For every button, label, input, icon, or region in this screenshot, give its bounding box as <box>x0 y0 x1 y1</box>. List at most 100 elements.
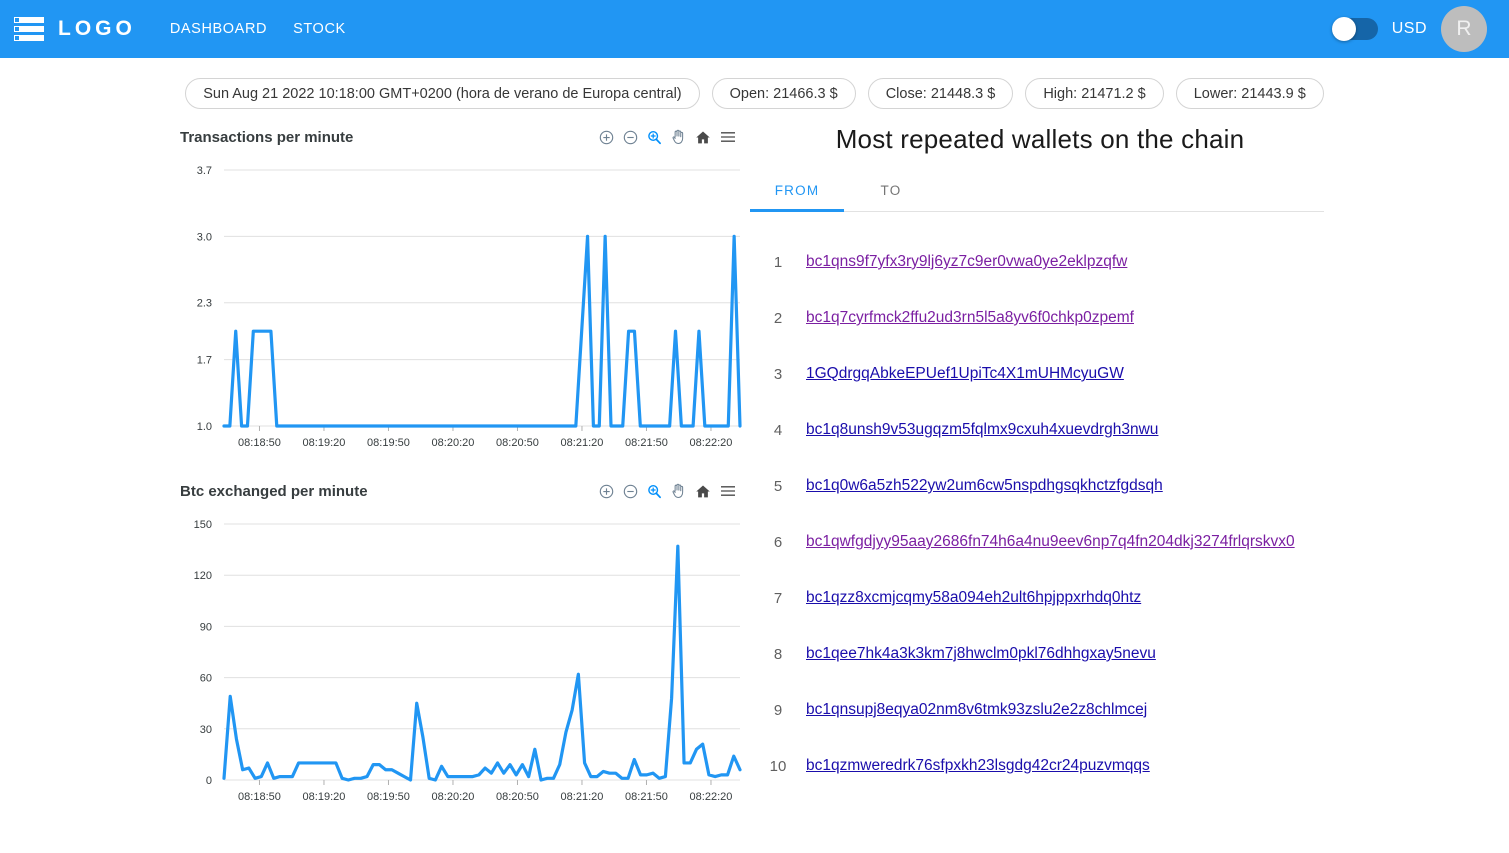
wallet-row: 5 bc1q0w6a5zh522yw2um6cw5nspdhgsqkhctzfgd… <box>750 458 1330 514</box>
x-axis-tick-label: 08:19:50 <box>367 437 410 449</box>
wallet-row: 4 bc1q8unsh9v53ugqzm5fqlmx9cxuh4xuevdrgh3… <box>750 402 1330 458</box>
chip-lower: Lower: 21443.9 $ <box>1175 78 1324 109</box>
zoom-out-icon[interactable] <box>623 484 638 499</box>
pan-hand-icon[interactable] <box>671 483 686 499</box>
brand-logo[interactable]: LOGO <box>58 17 136 41</box>
wallet-index: 2 <box>773 309 783 327</box>
x-axis-tick-label: 08:20:50 <box>496 437 539 449</box>
y-axis-tick-label: 90 <box>200 621 212 633</box>
menu-bar <box>14 26 44 32</box>
chart-title-transactions: Transactions per minute <box>180 128 354 146</box>
wallet-address-link[interactable]: bc1qzmweredrk76sfpxkh23lsgdg42cr24puzvmq… <box>806 757 1150 775</box>
wallet-index: 9 <box>773 701 783 719</box>
chart-title-btc: Btc exchanged per minute <box>180 482 368 500</box>
y-axis-tick-label: 3.7 <box>197 165 212 177</box>
x-axis-tick-label: 08:18:50 <box>238 791 281 803</box>
x-axis-tick-label: 08:21:20 <box>561 437 604 449</box>
chart-toolbar-btc <box>599 483 736 499</box>
chart-transactions-per-minute[interactable]: 3.7 3.0 2.3 1.7 1.0 08:18:50 08:19:20 08:19:50 0… <box>168 154 748 474</box>
chip-open: Open: 21466.3 $ <box>711 78 856 109</box>
wallet-row: 1 bc1qns9f7yfx3ry9lj6yz7c9er0vwa0ye2eklpz… <box>750 234 1330 290</box>
wallet-index: 1 <box>773 253 783 271</box>
x-axis-tick-label: 08:21:50 <box>625 791 668 803</box>
x-axis-tick-label: 08:22:20 <box>690 791 733 803</box>
x-axis-tick-label: 08:21:20 <box>561 791 604 803</box>
chart-header-transactions: Transactions per minute <box>168 120 748 154</box>
x-axis-tick-label: 08:20:50 <box>496 791 539 803</box>
wallets-panel: Most repeated wallets on the chain FROM … <box>750 120 1330 794</box>
x-axis-tick-label: 08:22:20 <box>690 437 733 449</box>
y-axis-tick-label: 60 <box>200 673 212 685</box>
selection-zoom-icon[interactable] <box>647 130 662 145</box>
wallet-list: 1 bc1qns9f7yfx3ry9lj6yz7c9er0vwa0ye2eklpz… <box>750 234 1330 794</box>
charts-column: Transactions per minute 3.7 3.0 2.3 1.7 … <box>168 120 748 828</box>
hamburger-menu-icon[interactable] <box>720 484 736 498</box>
y-axis-tick-label: 30 <box>200 724 212 736</box>
wallet-address-link[interactable]: 1GQdrgqAbkeEPUef1UpiTc4X1mUHMcyuGW <box>806 365 1124 383</box>
currency-toggle[interactable] <box>1331 17 1378 41</box>
pan-hand-icon[interactable] <box>671 129 686 145</box>
wallet-address-link[interactable]: bc1qzz8xcmjcqmy58a094eh2ult6hpjppxrhdq0h… <box>806 589 1141 607</box>
wallet-index: 3 <box>773 365 783 383</box>
wallet-row: 6 bc1qwfgdjyy95aay2686fn74h6a4nu9eev6np7q… <box>750 514 1330 570</box>
y-axis-tick-label: 120 <box>194 570 212 582</box>
wallet-address-link[interactable]: bc1qns9f7yfx3ry9lj6yz7c9er0vwa0ye2eklpzq… <box>806 253 1127 271</box>
nav-link-dashboard[interactable]: DASHBOARD <box>170 21 267 37</box>
avatar[interactable]: R <box>1441 6 1487 52</box>
wallet-index: 5 <box>773 477 783 495</box>
currency-label: USD <box>1391 20 1427 37</box>
menu-bar <box>14 35 44 41</box>
header-right-group: USD R <box>1331 6 1495 52</box>
x-axis-tick-label: 08:20:20 <box>432 791 475 803</box>
x-axis-tick-label: 08:18:50 <box>238 437 281 449</box>
y-axis-tick-label: 0 <box>206 775 212 787</box>
y-axis-tick-label: 150 <box>194 519 212 531</box>
wallet-index: 10 <box>769 757 787 775</box>
wallet-address-link[interactable]: bc1qnsupj8eqya02nm8v6tmk93zslu2e2z8chlmc… <box>806 701 1147 719</box>
wallet-address-link[interactable]: bc1q7cyrfmck2ffu2ud3rn5l5a8yv6f0chkp0zpe… <box>806 309 1134 327</box>
y-axis-tick-label: 2.3 <box>197 298 212 310</box>
wallet-row: 8 bc1qee7hk4a3k3km7j8hwclm0pkl76dhhgxay5n… <box>750 626 1330 682</box>
stats-chip-bar: Sun Aug 21 2022 10:18:00 GMT+0200 (hora … <box>0 78 1509 109</box>
x-axis-tick-label: 08:19:50 <box>367 791 410 803</box>
hamburger-menu-icon[interactable] <box>720 130 736 144</box>
wallet-address-link[interactable]: bc1q0w6a5zh522yw2um6cw5nspdhgsqkhctzfgds… <box>806 477 1163 495</box>
x-axis-tick-label: 08:19:20 <box>303 791 346 803</box>
toggle-knob <box>1331 17 1356 41</box>
chart-btc-svg[interactable]: 150 120 90 60 30 0 08:18:50 08:19:20 08:19:50 08:… <box>168 508 748 828</box>
tab-from[interactable]: FROM <box>750 171 844 212</box>
y-axis-tick-label: 1.0 <box>197 421 212 433</box>
y-axis-tick-label: 3.0 <box>197 231 212 243</box>
selection-zoom-icon[interactable] <box>647 484 662 499</box>
chip-close: Close: 21448.3 $ <box>867 78 1014 109</box>
wallet-row: 9 bc1qnsupj8eqya02nm8v6tmk93zslu2e2z8chlm… <box>750 682 1330 738</box>
nav-link-stock[interactable]: STOCK <box>293 21 346 37</box>
chart-btc-exchanged-per-minute[interactable]: 150 120 90 60 30 0 08:18:50 08:19:20 08:19:50 08:… <box>168 508 748 828</box>
zoom-out-icon[interactable] <box>623 130 638 145</box>
list-menu-icon[interactable] <box>14 17 44 41</box>
menu-bar <box>14 17 44 23</box>
tab-to[interactable]: TO <box>844 171 938 211</box>
data-series-line <box>222 544 742 782</box>
wallet-address-link[interactable]: bc1qwfgdjyy95aay2686fn74h6a4nu9eev6np7q4… <box>806 533 1295 551</box>
data-series-line <box>222 234 742 428</box>
wallet-row: 2 bc1q7cyrfmck2ffu2ud3rn5l5a8yv6f0chkp0zp… <box>750 290 1330 346</box>
chip-timestamp: Sun Aug 21 2022 10:18:00 GMT+0200 (hora … <box>185 78 700 109</box>
zoom-in-icon[interactable] <box>599 484 614 499</box>
wallet-row: 3 1GQdrgqAbkeEPUef1UpiTc4X1mUHMcyuGW <box>750 346 1330 402</box>
wallet-index: 8 <box>773 645 783 663</box>
home-reset-icon[interactable] <box>695 130 711 145</box>
wallet-row: 7 bc1qzz8xcmjcqmy58a094eh2ult6hpjppxrhdq0… <box>750 570 1330 626</box>
zoom-in-icon[interactable] <box>599 130 614 145</box>
chart-transactions-svg[interactable]: 3.7 3.0 2.3 1.7 1.0 08:18:50 08:19:20 08:19:50 0… <box>168 154 748 474</box>
x-axis-tick-label: 08:21:50 <box>625 437 668 449</box>
wallet-address-link[interactable]: bc1q8unsh9v53ugqzm5fqlmx9cxuh4xuevdrgh3n… <box>806 421 1158 439</box>
wallet-address-link[interactable]: bc1qee7hk4a3k3km7j8hwclm0pkl76dhhgxay5ne… <box>806 645 1156 663</box>
home-reset-icon[interactable] <box>695 484 711 499</box>
chip-high: High: 21471.2 $ <box>1025 78 1164 109</box>
wallet-tabs: FROM TO <box>750 171 1324 212</box>
x-axis-tick-label: 08:19:20 <box>303 437 346 449</box>
wallet-index: 6 <box>773 533 783 551</box>
y-axis-tick-label: 1.7 <box>197 355 212 367</box>
chart-header-btc: Btc exchanged per minute <box>168 474 748 508</box>
